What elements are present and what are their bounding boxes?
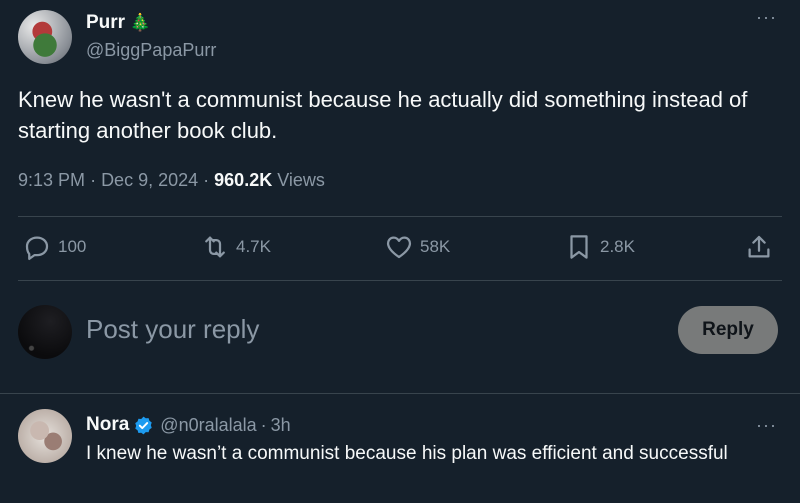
meta-separator: · <box>203 170 215 190</box>
reply-text: I knew he wasn’t a communist because his… <box>86 443 728 464</box>
author-avatar[interactable] <box>18 10 72 64</box>
repost-action-button[interactable]: 4.7K <box>200 232 271 262</box>
views-label: Views <box>277 170 325 190</box>
current-user-avatar[interactable] <box>18 305 72 359</box>
divider <box>18 216 782 217</box>
reply-input[interactable]: Post your reply <box>86 314 259 345</box>
bookmark-count: 2.8K <box>600 237 635 256</box>
reply-button[interactable]: Reply <box>678 306 778 354</box>
more-options-icon[interactable]: ··· <box>756 8 777 26</box>
like-count: 58K <box>420 237 451 256</box>
heart-icon <box>386 236 412 259</box>
author-display-name[interactable]: Purr <box>86 12 125 33</box>
reply-author-name[interactable]: Nora <box>86 414 129 436</box>
tweet-meta: 9:13 PM · Dec 9, 2024 · 960.2K Views <box>18 170 325 191</box>
bookmark-icon <box>570 235 588 259</box>
share-action-button[interactable] <box>744 232 774 262</box>
share-icon <box>748 235 770 258</box>
like-action-button[interactable]: 58K <box>384 232 450 262</box>
tweet-date[interactable]: Dec 9, 2024 <box>101 170 198 190</box>
meta-separator: · <box>90 170 102 190</box>
tweet-time[interactable]: 9:13 PM <box>18 170 85 190</box>
repost-icon <box>205 236 225 258</box>
bookmark-action-button[interactable]: 2.8K <box>564 232 635 262</box>
tweet-text: Knew he wasn't a communist because he ac… <box>18 87 748 143</box>
reply-header: Nora @n0ralalala · 3h <box>86 414 291 436</box>
christmas-tree-emoji: 🎄 <box>129 13 151 32</box>
reply-author-handle[interactable]: @n0ralalala <box>160 415 256 436</box>
reply-action-button[interactable]: 100 <box>22 232 86 262</box>
reply-icon <box>25 236 49 260</box>
verified-badge-icon <box>135 416 153 434</box>
reply-count: 100 <box>58 237 87 256</box>
reply-more-options-icon[interactable]: ··· <box>756 416 777 434</box>
reply-author-avatar[interactable] <box>18 409 72 463</box>
reply-time[interactable]: 3h <box>271 415 291 436</box>
repost-count: 4.7K <box>236 237 271 256</box>
divider <box>0 393 800 394</box>
meta-separator: · <box>260 414 267 435</box>
views-count[interactable]: 960.2K <box>214 170 272 190</box>
divider <box>18 280 782 281</box>
author-name-row[interactable]: Purr 🎄 <box>86 12 151 34</box>
author-handle[interactable]: @BiggPapaPurr <box>86 40 216 61</box>
